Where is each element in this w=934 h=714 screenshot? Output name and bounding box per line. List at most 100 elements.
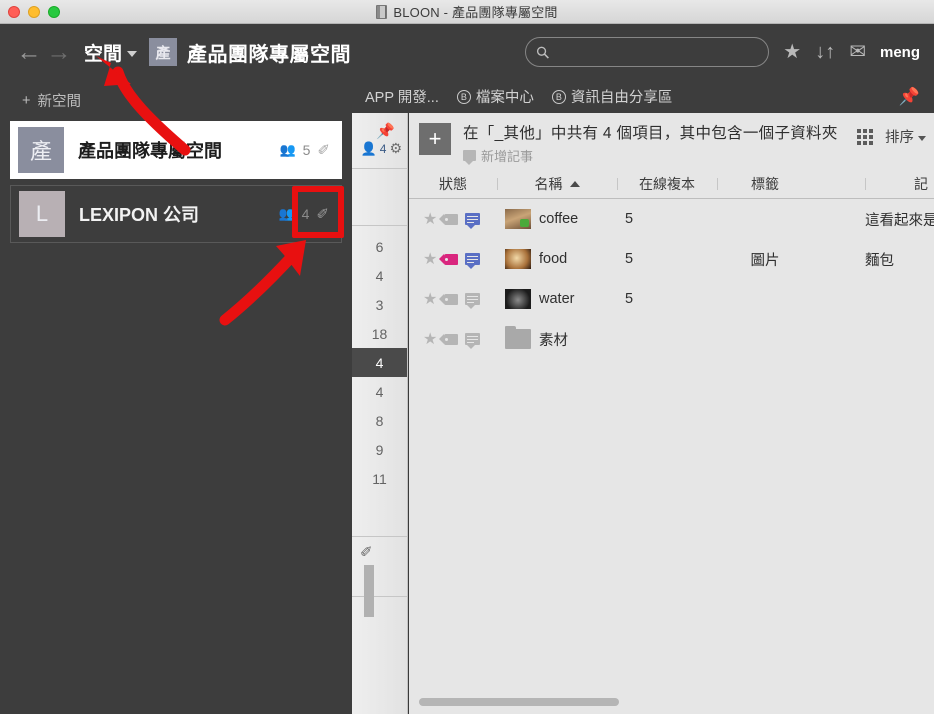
sort-label: 排序 <box>885 130 914 146</box>
forward-icon[interactable]: → <box>44 39 74 65</box>
pencil-icon[interactable]: ✐ <box>352 537 407 561</box>
rail-number-item[interactable]: 18 <box>352 319 407 348</box>
column-header-tags[interactable]: 標籤 <box>717 174 813 194</box>
table-row[interactable]: ★ coffee 5 這看起來是目前 <box>409 199 934 239</box>
star-icon[interactable]: ★ <box>423 249 437 269</box>
comment-icon[interactable] <box>465 213 481 229</box>
page-title: 產品團隊專屬空間 <box>187 43 352 66</box>
navbar-actions: ★ ↓↑ ✉ meng <box>525 37 920 67</box>
thumbnail-food <box>505 249 531 269</box>
table-row[interactable]: ★ 素材 <box>409 319 934 359</box>
table-row[interactable]: ★ water 5 <box>409 279 934 319</box>
comment-icon[interactable] <box>465 293 481 309</box>
rail-footer: ✐ <box>352 537 407 617</box>
row-note: 這看起來是目前 <box>865 212 934 229</box>
rail-number-item[interactable]: 8 <box>352 406 407 435</box>
star-icon[interactable]: ★ <box>423 209 437 229</box>
space-item-product-team[interactable]: 產 產品團隊專屬空間 👥 5 ✐ <box>10 121 342 179</box>
back-icon[interactable]: ← <box>14 39 44 65</box>
sort-ascending-icon <box>569 180 580 187</box>
person-icon: 👤 <box>360 140 377 156</box>
space-meta: 👥 4 ✐ <box>278 205 329 223</box>
star-icon[interactable]: ★ <box>423 289 437 309</box>
favorites-star-icon[interactable]: ★ <box>783 42 801 62</box>
content-summary: 在「_其他」中共有 4 個項目，其中包含一個子資料夾 <box>463 125 838 142</box>
tag-icon[interactable] <box>439 253 459 265</box>
window-title-text: BLOON - 產品團隊專屬空間 <box>393 5 558 20</box>
column-header-copies[interactable]: 在線複本 <box>617 174 717 194</box>
row-name: water <box>497 289 617 309</box>
column-header-status[interactable]: 狀態 <box>409 174 497 194</box>
search-box[interactable] <box>525 37 770 67</box>
sort-arrows-icon[interactable]: ↓↑ <box>815 42 835 62</box>
add-note-label: 新增記事 <box>481 149 534 164</box>
row-status-icons: ★ <box>409 249 497 269</box>
gear-icon[interactable]: ⚙ <box>389 140 402 157</box>
edit-space-icon[interactable]: ✐ <box>316 205 329 223</box>
tag-icon[interactable] <box>439 333 459 345</box>
rail-number-item[interactable]: 4 <box>352 261 407 290</box>
add-note-button[interactable]: 新增記事 <box>463 146 857 165</box>
row-copies: 5 <box>625 211 634 227</box>
thumbnail-coffee <box>505 209 531 229</box>
content-header: + 在「_其他」中共有 4 個項目，其中包含一個子資料夾 新增記事 排序 <box>409 113 934 169</box>
rail-scroll-thumb[interactable] <box>364 565 374 617</box>
row-name: coffee <box>497 209 617 229</box>
search-icon <box>537 46 550 59</box>
user-menu[interactable]: meng <box>880 44 920 61</box>
column-header-notes[interactable]: 記 <box>865 174 934 194</box>
tab-strip: APP 開發... B 檔案中心 B 資訊自由分享區 📌 <box>352 80 934 113</box>
main-content: + 在「_其他」中共有 4 個項目，其中包含一個子資料夾 新增記事 排序 狀態 <box>409 113 934 714</box>
row-status-icons: ★ <box>409 289 497 309</box>
window-title: BLOON - 產品團隊專屬空間 <box>0 2 934 21</box>
tag-icon[interactable] <box>439 293 459 305</box>
tab-label: 檔案中心 <box>475 90 534 106</box>
tab-info-share[interactable]: B 資訊自由分享區 <box>543 86 682 107</box>
rail-number-item-active[interactable]: 4 <box>352 348 407 377</box>
rail-number-item[interactable]: 9 <box>352 435 407 464</box>
tab-app-dev[interactable]: APP 開發... <box>356 86 448 107</box>
rail-spacer <box>352 169 407 226</box>
space-name: 產品團隊專屬空間 <box>78 141 222 161</box>
bloon-badge-icon: B <box>551 89 566 104</box>
tag-icon[interactable] <box>439 213 459 225</box>
note-icon <box>463 150 476 165</box>
people-icon: 👥 <box>279 142 296 157</box>
star-icon[interactable]: ★ <box>423 329 437 349</box>
breadcrumb-space-label: 空間 <box>84 43 123 65</box>
search-input[interactable] <box>555 44 759 60</box>
rail-number-item[interactable]: 4 <box>352 377 407 406</box>
pin-icon[interactable]: 📌 <box>376 124 402 139</box>
table-row[interactable]: ★ food 5 圖片 麵包 <box>409 239 934 279</box>
row-name-label: 素材 <box>539 332 568 349</box>
rail-member-info: 👤 4 ⚙ <box>361 140 402 157</box>
grid-view-icon[interactable] <box>857 128 873 145</box>
column-header-name[interactable]: 名稱 <box>497 174 617 194</box>
rail-number-item[interactable]: 6 <box>352 232 407 261</box>
chevron-down-icon <box>127 51 138 57</box>
rail-number-list: 6 4 3 18 4 4 8 9 11 <box>352 226 407 493</box>
sort-button[interactable]: 排序 <box>885 126 926 147</box>
rail-number-item[interactable]: 11 <box>352 464 407 493</box>
new-space-button[interactable]: + 新空間 <box>0 80 352 119</box>
breadcrumb-space-dropdown[interactable]: 空間 <box>84 39 138 66</box>
new-space-label: 新空間 <box>37 94 81 110</box>
comment-icon[interactable] <box>465 333 481 349</box>
rail-number-item[interactable]: 3 <box>352 290 407 319</box>
add-item-button[interactable]: + <box>419 123 451 155</box>
horizontal-scrollbar[interactable] <box>419 698 619 706</box>
space-avatar: L <box>19 191 65 237</box>
people-icon: 👥 <box>278 206 295 221</box>
comment-icon[interactable] <box>465 253 481 269</box>
tab-file-center[interactable]: B 檔案中心 <box>448 86 543 107</box>
table-header: 狀態 名稱 在線複本 標籤 記 <box>409 169 934 199</box>
mail-icon[interactable]: ✉ <box>849 42 866 62</box>
edit-space-icon[interactable]: ✐ <box>317 141 330 159</box>
thumbnail-water <box>505 289 531 309</box>
space-item-lexipon[interactable]: L LEXIPON 公司 👥 4 ✐ <box>10 185 342 243</box>
space-member-count: 5 <box>302 142 311 158</box>
space-avatar: 產 <box>18 127 64 173</box>
row-copies: 5 <box>625 291 634 307</box>
row-name: food <box>497 249 617 269</box>
pin-icon[interactable]: 📌 <box>899 87 934 107</box>
